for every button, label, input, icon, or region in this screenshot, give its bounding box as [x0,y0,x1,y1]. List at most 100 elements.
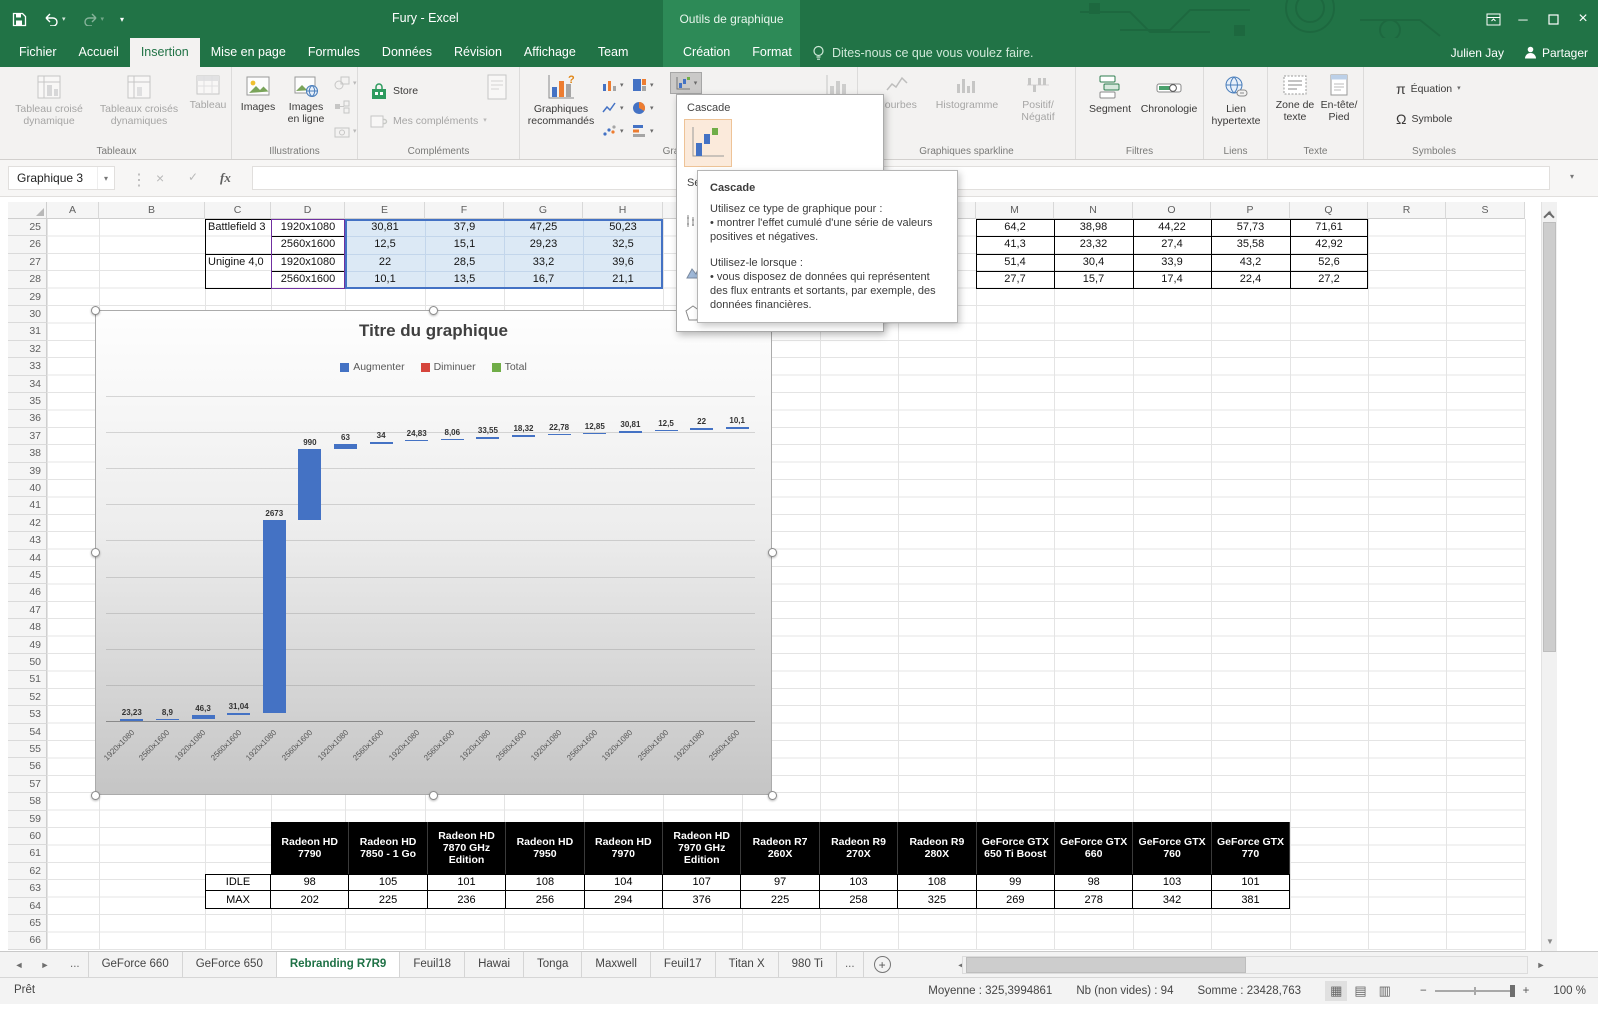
row-header-41[interactable]: 41 [8,497,47,514]
symbol-button[interactable]: Ω Symbole [1392,107,1456,130]
row-header-46[interactable]: 46 [8,584,47,601]
column-chart-button[interactable]: ▾ [602,75,624,95]
sheet-tab-titan-x[interactable]: Titan X [716,952,779,977]
row-header-50[interactable]: 50 [8,654,47,671]
gpu-value-cell[interactable]: 225 [349,891,427,908]
row-header-33[interactable]: 33 [8,358,47,375]
ribbon-tab-cr-ation[interactable]: Création [672,38,741,67]
chart-selection-handle[interactable] [429,791,438,800]
ribbon-tab-team[interactable]: Team [587,38,640,67]
shapes-button[interactable]: ▾ [334,73,357,93]
column-header-N[interactable]: N [1054,202,1133,219]
column-header-O[interactable]: O [1133,202,1211,219]
row-header-45[interactable]: 45 [8,567,47,584]
addin-extra-button[interactable] [480,69,514,145]
column-header-C[interactable]: C [205,202,271,219]
row-header-44[interactable]: 44 [8,550,47,567]
name-box-caret-icon[interactable]: ▾ [97,167,114,189]
sheet-tab-feuil17[interactable]: Feuil17 [651,952,716,977]
gpu-value-cell[interactable]: 108 [506,874,584,891]
chart-object[interactable]: Titre du graphique AugmenterDiminuerTota… [95,310,772,795]
row-header-48[interactable]: 48 [8,619,47,636]
row-header-35[interactable]: 35 [8,393,47,410]
gpu-value-cell[interactable]: 108 [898,874,976,891]
row-header-49[interactable]: 49 [8,637,47,654]
ribbon-tab-format[interactable]: Format [741,38,803,67]
column-header-M[interactable]: M [976,202,1054,219]
screenshot-button[interactable]: ▾ [334,121,357,141]
column-header-P[interactable]: P [1211,202,1290,219]
ribbon-tab-mise-en-page[interactable]: Mise en page [200,38,297,67]
ribbon-tab-formules[interactable]: Formules [297,38,371,67]
sheet-tab-rebranding-r7r9[interactable]: Rebranding R7R9 [277,952,401,977]
zoom-level[interactable]: 100 % [1553,985,1586,997]
gpu-value-cell[interactable]: 278 [1055,891,1133,908]
row-header-28[interactable]: 28 [8,271,47,288]
sheet-tab-maxwell[interactable]: Maxwell [582,952,651,977]
chart-selection-handle[interactable] [91,548,100,557]
redo-button[interactable]: ▾ [82,7,105,31]
row-header-26[interactable]: 26 [8,236,47,253]
slicer-button[interactable]: Segment [1084,69,1136,145]
gpu-value-cell[interactable]: 105 [349,874,427,891]
chart-selection-handle[interactable] [768,548,777,557]
row-header-52[interactable]: 52 [8,689,47,706]
gpu-row-label[interactable]: MAX [205,891,271,908]
insert-function-button[interactable]: fx [220,170,231,186]
my-addins-button[interactable]: Mes compléments ▾ [366,109,491,132]
horizontal-scrollbar-thumb[interactable] [966,957,1246,973]
user-name[interactable]: Julien Jay [1451,46,1504,60]
row-header-55[interactable]: 55 [8,741,47,758]
column-header-S[interactable]: S [1446,202,1525,219]
header-footer-button[interactable]: En-tête/ Pied [1318,69,1360,145]
sheet-tab-tonga[interactable]: Tonga [524,952,582,977]
gpu-value-cell[interactable]: 97 [741,874,819,891]
share-button[interactable]: Partager [1524,46,1588,60]
undo-button[interactable]: ▾ [43,7,66,31]
ribbon-tab-r-vision[interactable]: Révision [443,38,513,67]
ribbon-tab-affichage[interactable]: Affichage [513,38,587,67]
cancel-button[interactable]: × [156,170,164,186]
column-header-G[interactable]: G [504,202,583,219]
column-header-A[interactable]: A [47,202,99,219]
benchmark-label[interactable]: Unigine 4,0 [208,254,268,271]
sheet-tab-hawai[interactable]: Hawai [465,952,524,977]
row-header-64[interactable]: 64 [8,898,47,915]
page-layout-view-button[interactable]: ▤ [1349,981,1371,1001]
row-header-27[interactable]: 27 [8,254,47,271]
row-header-63[interactable]: 63 [8,880,47,897]
sparkline-winloss-button[interactable]: Positif/ Négatif [1008,69,1068,145]
gpu-value-cell[interactable]: 103 [1133,874,1211,891]
gpu-value-cell[interactable]: 258 [820,891,898,908]
chart-selection-handle[interactable] [768,791,777,800]
gpu-value-cell[interactable]: 376 [663,891,741,908]
row-header-43[interactable]: 43 [8,532,47,549]
pivot-table-button[interactable]: Tableau croisé dynamique [6,69,92,145]
gpu-value-cell[interactable]: 294 [585,891,663,908]
chart-selection-handle[interactable] [91,791,100,800]
column-header-D[interactable]: D [271,202,345,219]
equation-button[interactable]: π Équation ▾ [1392,77,1465,100]
row-header-59[interactable]: 59 [8,811,47,828]
row-header-60[interactable]: 60 [8,828,47,845]
chart-selection-handle[interactable] [91,306,100,315]
column-header-B[interactable]: B [99,202,205,219]
formula-bar-separator-icon[interactable]: ⋮ [131,170,147,190]
row-header-47[interactable]: 47 [8,602,47,619]
vertical-scrollbar[interactable]: ▲ ▼ [1541,202,1557,951]
row-header-66[interactable]: 66 [8,932,47,949]
chart-selection-handle[interactable] [429,306,438,315]
row-header-58[interactable]: 58 [8,793,47,810]
row-header-51[interactable]: 51 [8,671,47,688]
minimize-button[interactable]: ─ [1508,0,1538,38]
hyperlink-button[interactable]: Lien hypertexte [1208,69,1264,145]
column-header-H[interactable]: H [583,202,663,219]
gpu-value-cell[interactable]: 99 [977,874,1055,891]
redo-caret-icon[interactable]: ▾ [101,16,105,23]
online-pictures-button[interactable]: Images en ligne [282,69,330,145]
column-header-R[interactable]: R [1368,202,1446,219]
enter-button[interactable]: ✓ [188,170,198,184]
sheet-tab-geforce-660[interactable]: GeForce 660 [89,952,183,977]
gpu-value-cell[interactable]: 202 [271,891,349,908]
gpu-value-cell[interactable]: 381 [1212,891,1290,908]
